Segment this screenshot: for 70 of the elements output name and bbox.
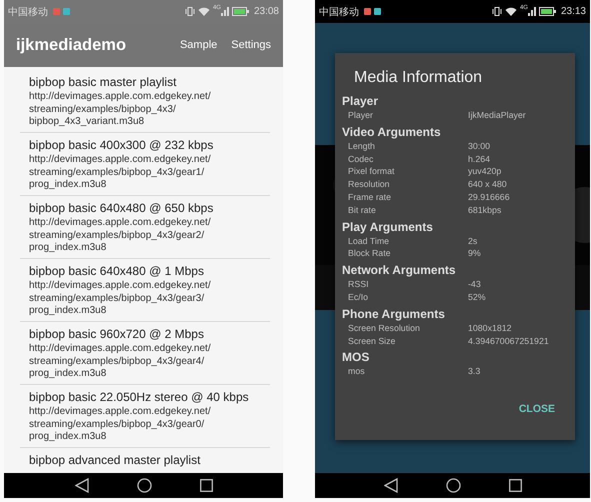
playlist-title[interactable]: bipbop basic 640x480 @ 1 Mbps bbox=[29, 264, 270, 279]
battery-icon bbox=[538, 7, 556, 16]
vibrate-icon bbox=[492, 7, 502, 16]
signal-icon bbox=[220, 7, 229, 16]
back-icon[interactable] bbox=[74, 478, 88, 493]
info-value: 3.3 bbox=[468, 365, 480, 378]
info-value: 1080x1812 bbox=[468, 322, 512, 335]
carrier-name: 中国移动 bbox=[8, 6, 48, 18]
info-label: Bit rate bbox=[348, 204, 377, 217]
app-title: ijkmediademo bbox=[16, 36, 126, 54]
clock-time: 23:13 bbox=[560, 6, 586, 17]
info-value: 30:00 bbox=[468, 140, 490, 153]
info-value: h.264 bbox=[468, 152, 490, 166]
info-label: Resolution bbox=[348, 178, 391, 191]
info-label: Screen Resolution bbox=[348, 322, 421, 335]
info-label: Length bbox=[348, 140, 376, 153]
playlist-url: http://devimages.apple.com.edgekey.net/ streaming/examples/bipbop_4x3/gear3/ prog_index.m3u8 bbox=[29, 280, 212, 318]
info-label: mos bbox=[348, 365, 366, 378]
playlist-title[interactable]: bipbop basic 960x720 @ 2 Mbps bbox=[29, 327, 270, 342]
dialog-title: Media Information bbox=[353, 69, 484, 87]
info-label: Block Rate bbox=[348, 247, 392, 260]
info-label: Codec bbox=[348, 152, 374, 166]
info-label: RSSI bbox=[348, 278, 370, 291]
info-value: -43 bbox=[468, 278, 481, 291]
home-icon[interactable] bbox=[136, 478, 152, 493]
playlist-url: http://devimages.apple.com.edgekey.net/ streaming/examples/bipbop_4x3/gear2/ prog_index.m3u8 bbox=[29, 217, 212, 254]
info-value: yuv420p bbox=[468, 165, 502, 178]
menu-action[interactable]: Settings bbox=[229, 39, 273, 51]
battery-icon bbox=[232, 7, 249, 16]
info-value: 640 x 480 bbox=[468, 178, 507, 191]
info-value: 9% bbox=[468, 247, 481, 260]
wifi-icon bbox=[504, 7, 517, 16]
vibrate-icon bbox=[184, 7, 195, 16]
info-value: 29.916666 bbox=[468, 190, 510, 204]
info-value: IjkMediaPlayer bbox=[468, 109, 526, 122]
playlist-url: http://devimages.apple.com.edgekey.net/ streaming/examples/bipbop_4x3/gear4/ prog_index.m3u8 bbox=[29, 343, 212, 380]
info-value: 2s bbox=[468, 234, 478, 248]
recent-apps-icon[interactable] bbox=[508, 479, 522, 492]
close-button[interactable]: CLOSE bbox=[514, 401, 559, 418]
clock-time: 23:08 bbox=[254, 6, 279, 17]
playlist-url: http://devimages.apple.com.edgekey.net/ streaming/examples/bipbop_4x3/gear1/ prog_index.m3u8 bbox=[29, 154, 212, 192]
info-label: Pixel format bbox=[348, 165, 396, 178]
recent-apps-icon[interactable] bbox=[200, 479, 212, 492]
info-label: Ec/Io bbox=[348, 290, 370, 304]
info-label: Load Time bbox=[348, 234, 390, 248]
info-value: 4.394670067251921 bbox=[468, 334, 549, 348]
wifi-icon bbox=[198, 7, 210, 16]
section-heading: Player bbox=[342, 93, 380, 109]
playlist-title[interactable]: bipbop basic 22.050Hz stereo @ 40 kbps bbox=[29, 390, 270, 405]
playlist-title[interactable]: bipbop basic master playlist bbox=[29, 75, 270, 90]
back-icon[interactable] bbox=[384, 478, 398, 493]
section-heading: Network Arguments bbox=[342, 262, 457, 278]
section-heading: Video Arguments bbox=[342, 124, 442, 140]
info-value: 681kbps bbox=[468, 204, 502, 217]
section-heading: Play Arguments bbox=[342, 218, 434, 235]
playlist-title[interactable]: bipbop basic 640x480 @ 650 kbps bbox=[29, 201, 270, 216]
playlist-title[interactable]: bipbop basic 400x300 @ 232 kbps bbox=[29, 138, 270, 153]
info-value: 52% bbox=[468, 290, 486, 304]
section-heading: MOS bbox=[342, 349, 370, 366]
info-label: Frame rate bbox=[348, 190, 392, 204]
info-label: Screen Size bbox=[348, 334, 396, 348]
playlist-title[interactable]: bipbop advanced master playlist bbox=[29, 453, 270, 468]
carrier-name: 中国移动 bbox=[319, 6, 359, 18]
menu-action[interactable]: Sample bbox=[178, 39, 220, 51]
playlist-url: http://devimages.apple.com.edgekey.net/ streaming/examples/bipbop_4x3/ bipbop_4x3_variant.m3u8 bbox=[29, 91, 212, 128]
playlist-url: http://devimages.apple.com.edgekey.net/ streaming/examples/bipbop_4x3/gear0/ prog_index.m3u8 bbox=[29, 406, 212, 444]
home-icon[interactable] bbox=[446, 478, 460, 493]
signal-icon bbox=[528, 7, 536, 16]
info-label: Player bbox=[348, 109, 374, 122]
section-heading: Phone Arguments bbox=[342, 306, 446, 322]
